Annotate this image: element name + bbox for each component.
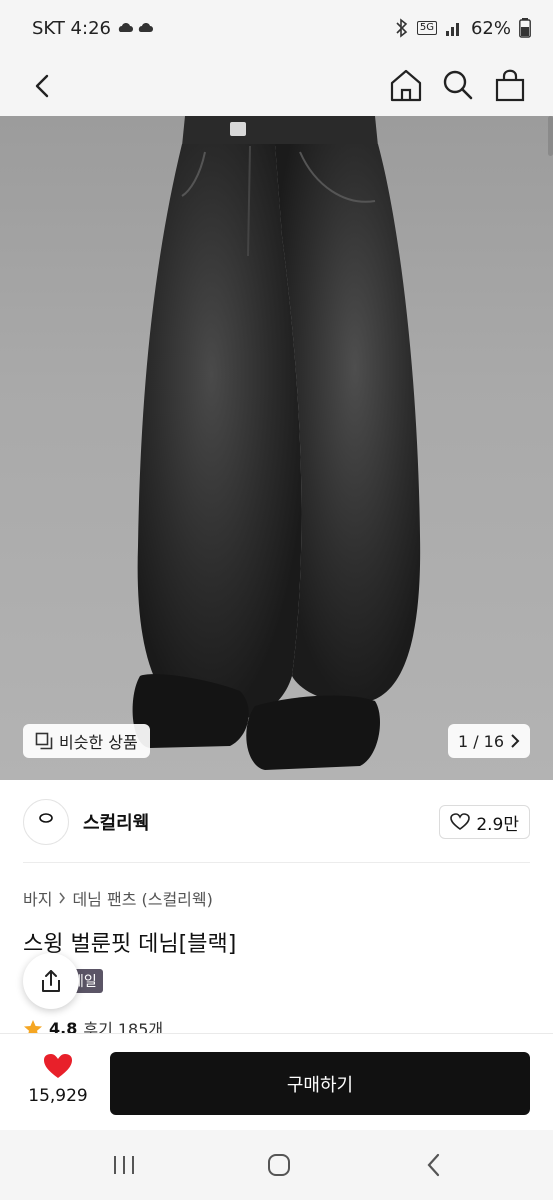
home-button[interactable]	[389, 64, 423, 104]
breadcrumb-subcategory[interactable]: 데님 팬츠 (스컬리웩)	[72, 886, 212, 910]
similar-products-label: 비슷한 상품	[59, 733, 138, 752]
battery-percent: 62%	[470, 17, 511, 39]
brand-like-count: 2.9만	[476, 814, 519, 835]
similar-products-button[interactable]: 비슷한 상품	[23, 724, 150, 758]
search-icon	[443, 70, 473, 100]
brand-logo[interactable]	[23, 799, 69, 845]
brand-logo-icon	[39, 813, 53, 823]
cloud-sync-icon	[118, 23, 153, 32]
brand-name[interactable]: 스컬리웩	[83, 809, 149, 835]
image-pager[interactable]: 1 / 16	[448, 724, 530, 758]
cart-button[interactable]	[493, 64, 527, 104]
chevron-right-icon	[511, 734, 520, 748]
share-icon	[42, 970, 60, 992]
home-icon	[390, 69, 422, 102]
battery-icon	[519, 18, 531, 38]
search-button[interactable]	[441, 64, 475, 104]
purchase-bar: 15,929 구매하기	[0, 1034, 553, 1130]
home-nav-button[interactable]	[259, 1150, 299, 1180]
chevron-right-icon	[59, 892, 66, 904]
brand-row: 스컬리웩 2.9만	[23, 798, 530, 846]
back-chevron-icon	[427, 1153, 440, 1177]
signal-icon	[445, 23, 459, 36]
back-arrow-icon	[35, 74, 49, 98]
wishlist-count: 15,929	[28, 1086, 88, 1106]
buy-button[interactable]: 구매하기	[110, 1052, 530, 1115]
scrollbar-thumb[interactable]	[548, 116, 553, 156]
heart-outline-icon	[450, 813, 471, 830]
network-badge: 5G	[416, 21, 437, 35]
top-app-bar	[0, 56, 553, 116]
recent-apps-icon	[114, 1156, 134, 1174]
shopping-bag-icon	[495, 69, 525, 102]
product-photo-jeans	[132, 116, 421, 770]
share-button[interactable]	[23, 953, 79, 1009]
back-button[interactable]	[28, 66, 58, 106]
system-nav-bar	[0, 1130, 553, 1200]
breadcrumb: 바지 데님 팬츠 (스컬리웩)	[23, 886, 213, 910]
wishlist-button[interactable]: 15,929	[22, 1052, 94, 1106]
recent-apps-button[interactable]	[104, 1150, 144, 1180]
carrier-time: SKT 4:26	[32, 17, 111, 39]
breadcrumb-category[interactable]: 바지	[23, 886, 52, 910]
product-image[interactable]	[0, 116, 553, 780]
heart-filled-icon	[44, 1054, 72, 1078]
status-bar: SKT 4:26 5G 62%	[0, 0, 553, 56]
brand-like-button[interactable]: 2.9만	[439, 805, 530, 839]
divider	[23, 862, 530, 863]
copy-icon	[35, 732, 53, 750]
pager-label: 1 / 16	[457, 731, 505, 751]
bluetooth-icon	[396, 18, 408, 38]
home-circle-icon	[268, 1154, 290, 1176]
back-nav-button[interactable]	[414, 1150, 454, 1180]
